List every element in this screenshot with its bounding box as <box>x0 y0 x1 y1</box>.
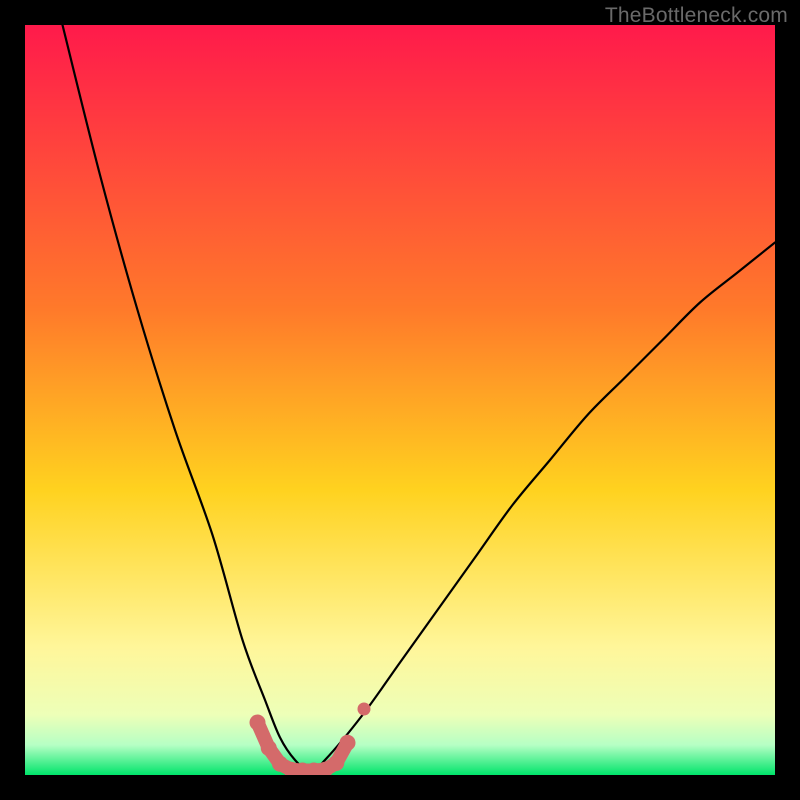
chart-frame: TheBottleneck.com <box>0 0 800 800</box>
bottleneck-curve <box>63 25 776 771</box>
optimal-range-dot <box>261 740 277 756</box>
curve-layer <box>25 25 775 775</box>
optimal-range-dot <box>340 735 356 751</box>
optimal-range-dot <box>250 715 266 731</box>
optimal-range-markers <box>250 703 371 776</box>
plot-area <box>25 25 775 775</box>
optimal-range-dot <box>328 755 344 771</box>
watermark-text: TheBottleneck.com <box>605 4 788 28</box>
optimal-range-outlier-dot <box>358 703 371 716</box>
